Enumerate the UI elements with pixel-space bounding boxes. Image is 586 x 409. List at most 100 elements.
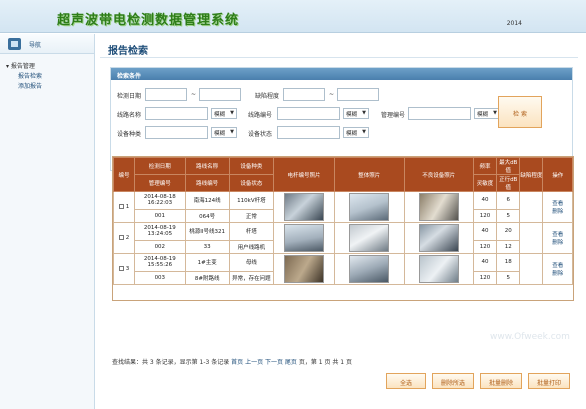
defect-degree-cell [519, 191, 544, 223]
delete-link[interactable]: 删除 [544, 238, 571, 246]
status-cell: 异常，存在问题 [228, 270, 274, 286]
col-no: 编号 [112, 157, 136, 192]
equip-type-match-select[interactable]: 模糊 [211, 127, 237, 138]
equip-type-cell: 110kV杆塔 [228, 191, 274, 210]
unit-no-input[interactable] [408, 107, 471, 120]
page-info: 页，第 1 页 共 1 页 [298, 359, 352, 366]
watermark: www.Ofweek.com [490, 332, 570, 342]
batch-delete-button[interactable]: 批量删除 [480, 373, 522, 389]
result-table: 编号 检测日期 路线名称 设备种类 电杆编号照片 整体照片 不良设备照片 频率 … [112, 157, 573, 286]
defect-photo-cell [403, 222, 474, 254]
db2-cell: 5 [496, 208, 521, 224]
view-link[interactable]: 查看 [544, 230, 571, 238]
main-content: 报告检索 检索条件 检测日期 ~ 缺陷程度 ~ 线路名称 模糊 线路编号 模糊 … [100, 34, 586, 409]
overall-photo-cell [334, 253, 405, 285]
label-defect-degree: 缺陷程度 [255, 93, 280, 100]
nav-header: 导航 [0, 34, 94, 54]
delete-selected-button[interactable]: 删除所选 [432, 373, 474, 389]
system-title: 超声波带电检测数据管理系统 [57, 13, 240, 28]
select-all-button[interactable]: 全选 [386, 373, 426, 389]
freq-cell: 40 [472, 253, 498, 272]
table-row: 1 2014-08-18 16:22:03 南海124线 110kV杆塔 40 … [112, 191, 573, 223]
line-name-input[interactable] [145, 107, 208, 120]
view-link[interactable]: 查看 [544, 261, 571, 269]
date-cell: 2014-08-19 13:24:05 [134, 222, 186, 241]
status-cell: 用户线路机 [228, 239, 274, 255]
overall-photo-cell [334, 191, 405, 223]
defect-photo[interactable] [418, 193, 459, 221]
search-button[interactable]: 检 索 [498, 96, 542, 128]
nav-title: 导航 [29, 42, 42, 49]
nav-group-report-management[interactable]: ▾ 报告管理 [6, 62, 94, 72]
pole-photo[interactable] [284, 255, 324, 283]
batch-print-button[interactable]: 批量打印 [528, 373, 570, 389]
page-title-bar: 报告检索 [100, 38, 578, 58]
defect-photo[interactable] [418, 224, 459, 252]
line-no-cell: 33 [184, 239, 230, 255]
date-cell: 2014-08-19 15:55:26 [134, 253, 186, 272]
detect-date-start-input[interactable] [145, 88, 187, 101]
view-link[interactable]: 查看 [544, 199, 571, 207]
max-db-cell: 20 [496, 222, 521, 241]
col-line-no: 路线编号 [184, 174, 230, 192]
defect-photo-cell [403, 253, 474, 285]
col-ops: 操作 [542, 157, 573, 192]
col-max-db: 最大dB值 [496, 157, 521, 175]
db2-cell: 5 [496, 270, 521, 286]
equip-type-cell: 母线 [228, 253, 274, 272]
col-db2: 正行dB值 [496, 174, 521, 192]
db2-cell: 12 [496, 239, 521, 255]
overall-photo[interactable] [349, 224, 390, 252]
pagination-links[interactable]: 首页 上一页 下一页 尾页 [231, 359, 297, 366]
col-line-name: 路线名称 [184, 157, 230, 175]
result-summary: 查找结果：共 3 条记录，显示第 1-3 条记录 [112, 359, 230, 366]
defect-photo-cell [403, 191, 474, 223]
ops-cell: 查看 删除 [542, 253, 573, 285]
defect-degree-end-input[interactable] [337, 88, 379, 101]
mgmt-no-cell: 001 [134, 208, 186, 224]
date-cell: 2014-08-18 16:22:03 [134, 191, 186, 210]
pole-photo[interactable] [284, 224, 324, 252]
sidebar-item-report-search[interactable]: 报告检索 [6, 72, 94, 82]
ops-cell: 查看 删除 [542, 191, 573, 223]
detect-date-end-input[interactable] [199, 88, 241, 101]
overall-photo[interactable] [349, 255, 390, 283]
col-mgmt-no: 管理编号 [134, 174, 186, 192]
defect-degree-start-input[interactable] [283, 88, 325, 101]
overall-photo[interactable] [349, 193, 390, 221]
pole-photo-cell [272, 253, 336, 285]
label-line-no: 线路编号 [248, 112, 273, 119]
col-defect-photo: 不良设备照片 [403, 157, 474, 192]
mgmt-no-cell: 003 [134, 270, 186, 286]
line-no-input[interactable] [277, 107, 340, 120]
freq-cell: 40 [472, 222, 498, 241]
unit-no-match-select[interactable]: 模糊 [474, 108, 500, 119]
pole-photo-cell [272, 191, 336, 223]
label-equip-type: 设备种类 [117, 131, 142, 138]
row-checkbox[interactable] [118, 266, 124, 271]
nav-icon [8, 38, 21, 50]
sidebar: 导航 ▾ 报告管理 报告检索 添加报告 [0, 34, 95, 409]
row-checkbox[interactable] [118, 204, 124, 209]
col-date: 检测日期 [134, 157, 186, 175]
label-line-name: 线路名称 [117, 112, 142, 119]
delete-link[interactable]: 删除 [544, 269, 571, 277]
pole-photo[interactable] [284, 193, 324, 221]
delete-link[interactable]: 删除 [544, 207, 571, 215]
pagination: 查找结果：共 3 条记录，显示第 1-3 条记录 首页 上一页 下一页 尾页 页… [112, 357, 352, 366]
equip-status-input[interactable] [277, 126, 340, 139]
equip-type-input[interactable] [145, 126, 208, 139]
mgmt-no-cell: 002 [134, 239, 186, 255]
app-header: 超声波带电检测数据管理系统 2014 [0, 0, 586, 33]
line-name-match-select[interactable]: 模糊 [211, 108, 237, 119]
col-equip-type: 设备种类 [228, 157, 274, 175]
sidebar-item-add-report[interactable]: 添加报告 [6, 82, 94, 92]
defect-degree-cell [519, 222, 544, 254]
equip-status-match-select[interactable]: 模糊 [343, 127, 369, 138]
sensitivity-cell: 120 [472, 270, 498, 286]
line-no-match-select[interactable]: 模糊 [343, 108, 369, 119]
row-checkbox[interactable] [118, 235, 124, 240]
defect-photo[interactable] [418, 255, 459, 283]
result-table-container: 编号 检测日期 路线名称 设备种类 电杆编号照片 整体照片 不良设备照片 频率 … [112, 156, 574, 301]
pole-photo-cell [272, 222, 336, 254]
